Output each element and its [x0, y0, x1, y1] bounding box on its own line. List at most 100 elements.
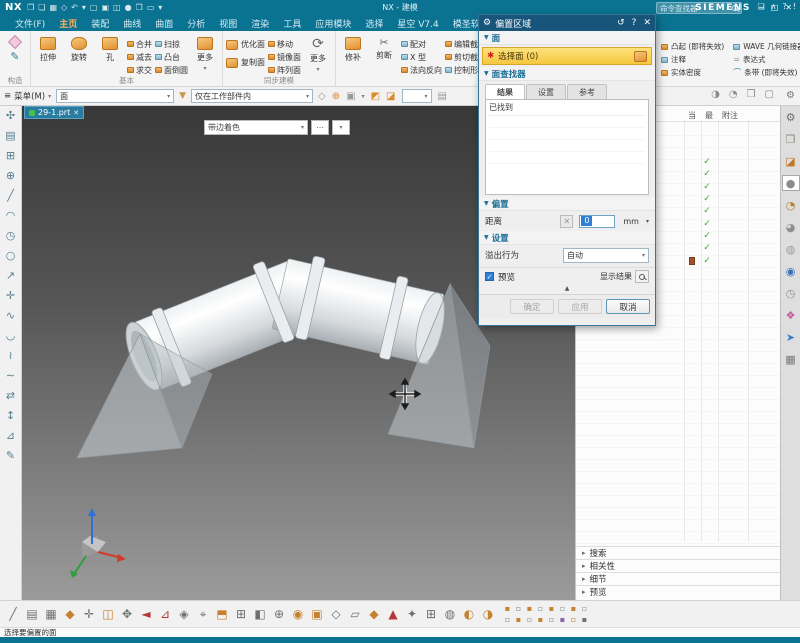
bottom-tool-icon[interactable]: ◍ — [443, 607, 457, 622]
render-more-button[interactable]: ⋯ — [311, 120, 329, 135]
box-target-icon[interactable]: ▣ — [346, 91, 355, 102]
ribbon-tab[interactable]: 应用模块 — [308, 15, 358, 32]
more-button[interactable]: 更多▾ — [191, 33, 219, 76]
curve-tool-icon[interactable]: ⊞ — [6, 149, 15, 162]
ribbon-tab[interactable]: 装配 — [84, 15, 116, 32]
cancel-button[interactable]: 取消 — [606, 299, 650, 314]
cluster-icon[interactable]: ▫ — [502, 614, 513, 625]
check-icon[interactable]: ✓ — [700, 181, 714, 193]
menu-button[interactable]: ≡ 菜单(M)▾ — [4, 90, 51, 102]
bottom-tool-icon[interactable]: ◇ — [329, 607, 343, 622]
part-tab[interactable]: 29-1.prt ✕ — [24, 106, 84, 119]
bottom-tool-icon[interactable]: ✥ — [120, 607, 134, 622]
navigator-section-row[interactable]: ▸搜索 — [576, 546, 780, 559]
optimize-face-button[interactable]: 优化面 — [226, 36, 265, 53]
navigator-section-row[interactable]: ▸细节 — [576, 572, 780, 585]
bottom-tool-icon[interactable]: ◐ — [462, 607, 476, 622]
face-finder-tab[interactable]: 设置 — [526, 84, 566, 99]
snap-icon[interactable]: ◇ — [318, 91, 326, 102]
curve-tool-icon[interactable]: ↕ — [6, 409, 15, 422]
dialog-title-bar[interactable]: ⚙ 偏置区域 ↺ ? ✕ — [479, 15, 655, 31]
resource-bar-icon[interactable]: ◕ — [782, 219, 800, 235]
bottom-tool-icon[interactable]: ⌖ — [196, 607, 210, 622]
qat-icon[interactable]: ▦ — [49, 3, 57, 12]
ribbon-tab[interactable]: 工具 — [276, 15, 308, 32]
bottom-tool-icon[interactable]: ⊿ — [158, 607, 172, 622]
qat-icon[interactable]: ◇ — [61, 3, 67, 12]
check-icon[interactable]: ✓ — [700, 205, 714, 217]
trim-button[interactable]: ✂剪断 — [370, 33, 398, 76]
reset-icon[interactable]: ↺ — [617, 18, 625, 28]
curve-tool-icon[interactable]: ◡ — [6, 329, 16, 342]
check-icon[interactable]: ✓ — [700, 168, 714, 180]
navigator-column-header[interactable]: 附注 — [722, 110, 738, 121]
ribbon-option-icon[interactable]: ∧ — [771, 2, 777, 11]
revolve-button[interactable]: 旋转 — [65, 33, 93, 76]
bottom-tool-icon[interactable]: ◉ — [291, 607, 305, 622]
resource-bar-icon[interactable]: ➤ — [782, 329, 800, 345]
check-icon[interactable]: ✓ — [700, 254, 714, 266]
curve-tool-icon[interactable]: ∼ — [6, 369, 15, 382]
copy-face-button[interactable]: 复制面 — [226, 54, 265, 71]
bottom-tool-icon[interactable]: ◑ — [481, 607, 495, 622]
sweep-button[interactable]: 扫掠 — [155, 38, 188, 50]
curve-tool-icon[interactable]: ✣ — [6, 109, 15, 122]
ribbon-tab[interactable]: 星空 V7.4 — [390, 15, 445, 32]
bottom-tool-icon[interactable]: ◄ — [139, 607, 153, 622]
view-tool-icon[interactable]: ◔ — [729, 89, 738, 100]
resource-bar-icon[interactable]: ◪ — [782, 153, 800, 169]
settings-section-header[interactable]: ▼设置 — [479, 231, 655, 245]
curve-tool-icon[interactable]: ╱ — [7, 189, 14, 202]
bottom-tool-icon[interactable]: ⊞ — [424, 607, 438, 622]
view-tool-icon[interactable]: ▢ — [765, 89, 774, 100]
render-dropdown-button[interactable]: ▾ — [332, 120, 350, 135]
ribbon-tab[interactable]: 渲染 — [244, 15, 276, 32]
qat-icon[interactable]: ❐ — [27, 3, 34, 12]
ribbon-tab[interactable]: 选择 — [358, 15, 390, 32]
curve-tool-icon[interactable]: ✛ — [6, 289, 15, 302]
emboss-button[interactable]: 凸起 (即将失效) — [661, 41, 724, 52]
extrude-button[interactable]: 拉伸 — [34, 33, 62, 76]
resource-bar-icon[interactable]: ◔ — [782, 197, 800, 213]
bottom-tool-icon[interactable]: ◈ — [177, 607, 191, 622]
sync-more-button[interactable]: ⟳更多▾ — [304, 33, 332, 76]
qat-icon[interactable]: ● — [125, 3, 132, 12]
solid-density-button[interactable]: 实体密度 — [661, 67, 724, 78]
unite-button[interactable]: 合并 — [127, 38, 152, 50]
found-list[interactable]: 已找到 — [485, 99, 649, 195]
bottom-tool-icon[interactable]: ▦ — [44, 607, 58, 622]
cluster-icon[interactable]: ▫ — [513, 603, 524, 614]
bottom-tool-icon[interactable]: ▲ — [386, 607, 400, 622]
preview-checkbox[interactable]: ✓ — [485, 272, 494, 281]
curve-tool-icon[interactable]: ∿ — [6, 309, 15, 322]
type-filter-combo[interactable]: 面▾ — [56, 89, 174, 103]
patch-button[interactable]: 修补 — [339, 33, 367, 76]
ok-button[interactable]: 确定 — [510, 299, 554, 314]
cluster-icon[interactable]: ▫ — [579, 603, 590, 614]
qat-icon[interactable]: ▢ — [90, 3, 98, 12]
unit-dropdown-icon[interactable]: ▾ — [646, 218, 649, 225]
qat-icon[interactable]: ▭ — [147, 3, 155, 12]
ribbon-tab[interactable]: 曲线 — [116, 15, 148, 32]
curve-tool-icon[interactable]: ▤ — [5, 129, 15, 142]
navigator-column-header[interactable]: 当 — [688, 110, 696, 121]
distance-input[interactable]: 0 — [579, 215, 615, 228]
face-section-header[interactable]: ▼面 — [479, 31, 655, 45]
bottom-tool-icon[interactable]: ✛ — [82, 607, 96, 622]
resource-bar-icon[interactable]: ◷ — [782, 285, 800, 301]
face-finder-tab[interactable]: 结果 — [485, 84, 525, 99]
resource-bar-icon[interactable]: ⚙ — [782, 109, 800, 125]
sheet-edit-icon[interactable]: ▤ — [438, 91, 447, 102]
curve-tool-icon[interactable]: ⇄ — [6, 389, 15, 402]
cluster-icon[interactable]: ▪ — [513, 614, 524, 625]
render-style-combo[interactable]: 带边着色▾ — [204, 120, 308, 135]
bottom-tool-icon[interactable]: ⊕ — [272, 607, 286, 622]
ribbon-tab[interactable]: 曲面 — [148, 15, 180, 32]
curve-tool-icon[interactable]: ◷ — [6, 229, 16, 242]
ribbon-tab[interactable]: 主页 — [52, 15, 84, 32]
bottom-tool-icon[interactable]: ✦ — [405, 607, 419, 622]
ribbon-tab[interactable]: 文件(F) — [8, 15, 52, 32]
bottom-tool-icon[interactable]: ◆ — [367, 607, 381, 622]
curve-tool-icon[interactable]: ○ — [6, 249, 16, 262]
clear-formula-icon[interactable]: ✕ — [560, 215, 573, 228]
